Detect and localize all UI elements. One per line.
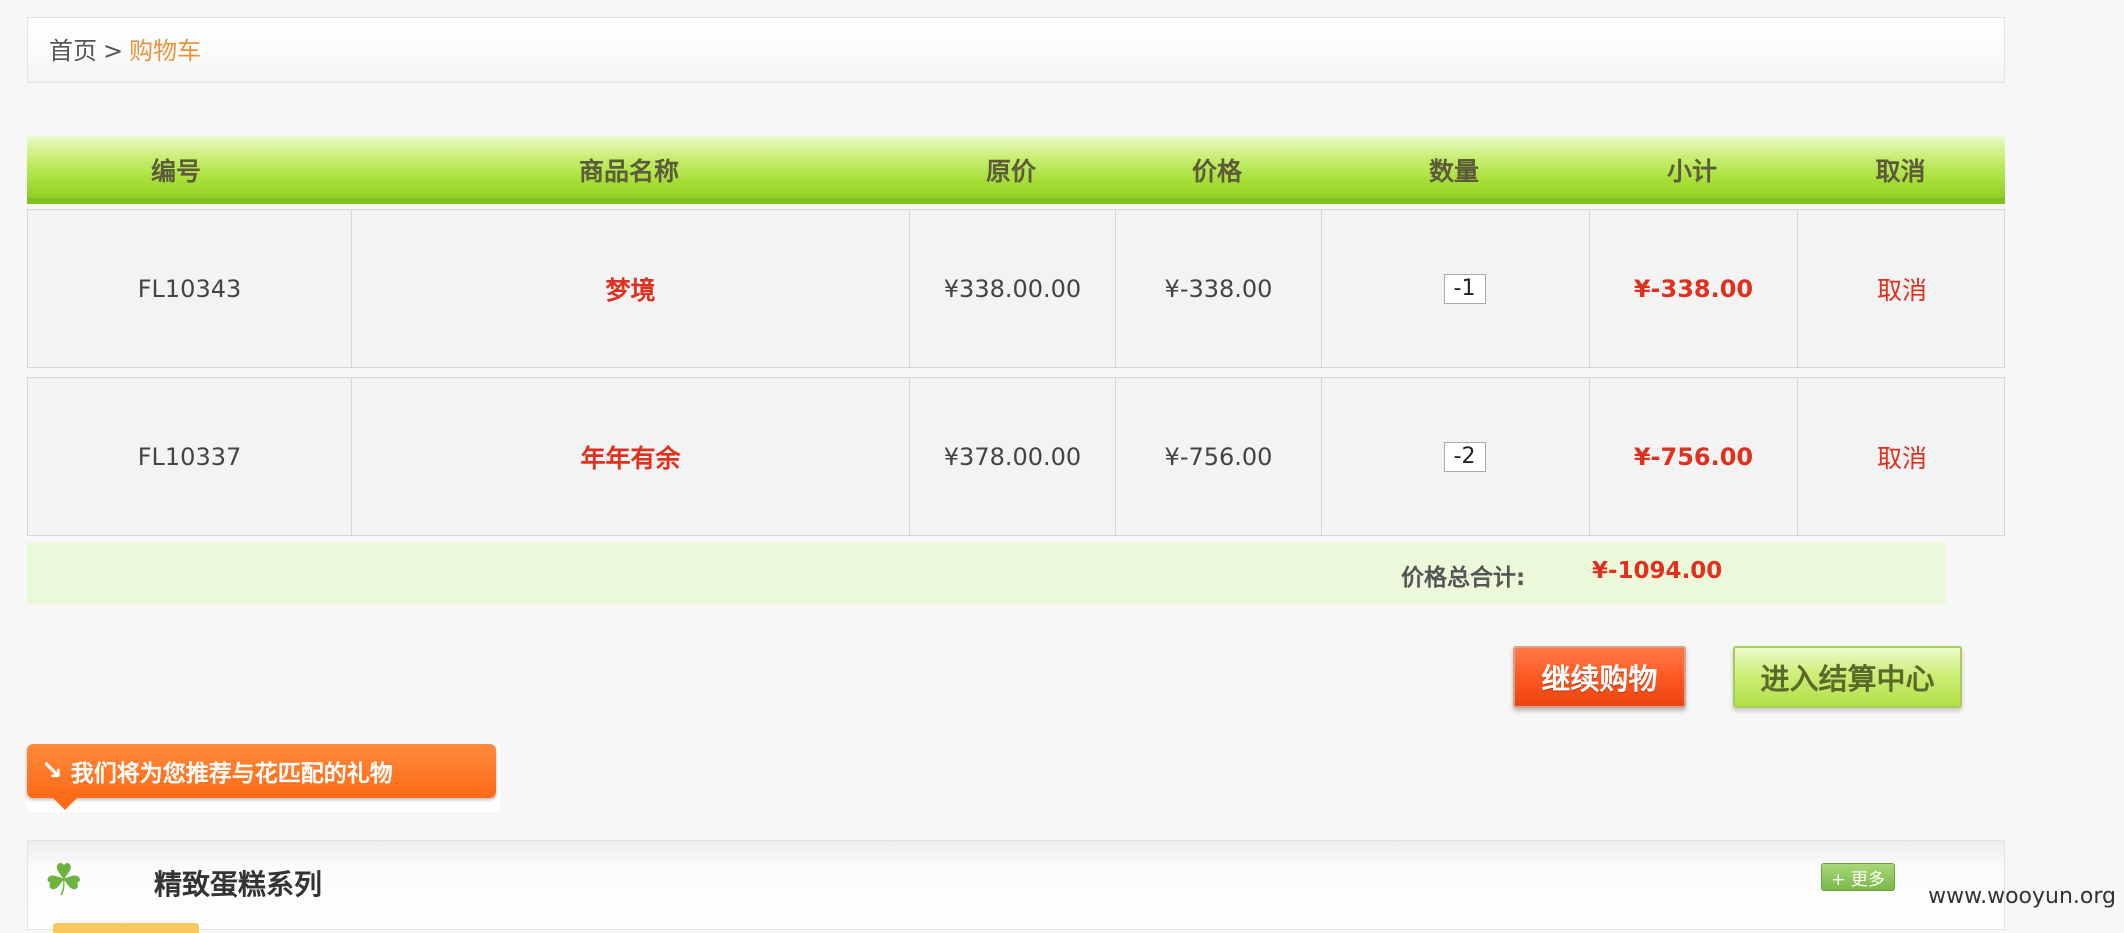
item-price: ¥-338.00: [1116, 210, 1322, 367]
watermark: www.wooyun.org: [1928, 884, 2116, 909]
item-quantity-cell: [1322, 210, 1590, 367]
item-name-link[interactable]: 梦境: [352, 210, 910, 367]
header-cancel: 取消: [1875, 157, 1926, 186]
item-price: ¥-756.00: [1116, 378, 1322, 535]
recommend-banner-wrap: ↘ 我们将为您推荐与花匹配的礼物: [27, 744, 500, 812]
item-subtotal: ¥-756.00: [1590, 378, 1798, 535]
item-id: FL10343: [28, 210, 352, 367]
total-value: ¥-1094.00: [1592, 558, 1723, 584]
header-name: 商品名称: [578, 157, 679, 186]
breadcrumb-home-link[interactable]: 首页: [49, 37, 97, 65]
section-title: 精致蛋糕系列: [154, 868, 323, 901]
recommend-banner: ↘ 我们将为您推荐与花匹配的礼物: [27, 744, 496, 798]
item-original-price: ¥378.00.00: [910, 378, 1116, 535]
recommend-text: 我们将为您推荐与花匹配的礼物: [70, 761, 393, 787]
header-id: 编号: [150, 157, 201, 186]
breadcrumb: 首页 > 购物车: [27, 17, 2005, 83]
total-bar: 价格总合计: ¥-1094.00: [27, 542, 1946, 604]
banner-tail: [53, 798, 77, 810]
total-label: 价格总合计:: [1401, 565, 1526, 591]
table-row: FL10343 梦境 ¥338.00.00 ¥-338.00 ¥-338.00 …: [27, 209, 2005, 368]
clover-icon: ☘: [44, 855, 84, 906]
cart-table-header: 编号 商品名称 原价 价格 数量 小计 取消: [27, 136, 2005, 204]
item-quantity-cell: [1322, 378, 1590, 535]
header-subtotal: 小计: [1666, 157, 1717, 186]
item-name-link[interactable]: 年年有余: [352, 378, 910, 535]
breadcrumb-separator: >: [103, 37, 124, 65]
arrow-down-right-icon: ↘: [41, 756, 63, 786]
more-button[interactable]: + 更多: [1821, 863, 1895, 891]
cancel-link[interactable]: 取消: [1798, 210, 2006, 367]
checkout-button[interactable]: 进入结算中心: [1733, 646, 1962, 708]
header-quantity: 数量: [1428, 157, 1479, 186]
quantity-input[interactable]: [1443, 273, 1486, 304]
table-row: FL10337 年年有余 ¥378.00.00 ¥-756.00 ¥-756.0…: [27, 377, 2005, 536]
item-original-price: ¥338.00.00: [910, 210, 1116, 367]
item-id: FL10337: [28, 378, 352, 535]
cake-section: ☘ 精致蛋糕系列 + 更多: [27, 840, 2005, 933]
header-original-price: 原价: [985, 157, 1036, 186]
header-price: 价格: [1191, 157, 1242, 186]
quantity-input[interactable]: [1443, 441, 1486, 472]
breadcrumb-current: 购物车: [129, 37, 202, 65]
continue-shopping-button[interactable]: 继续购物: [1513, 646, 1686, 708]
item-subtotal: ¥-338.00: [1590, 210, 1798, 367]
section-tab: [53, 923, 199, 933]
cancel-link[interactable]: 取消: [1798, 378, 2006, 535]
